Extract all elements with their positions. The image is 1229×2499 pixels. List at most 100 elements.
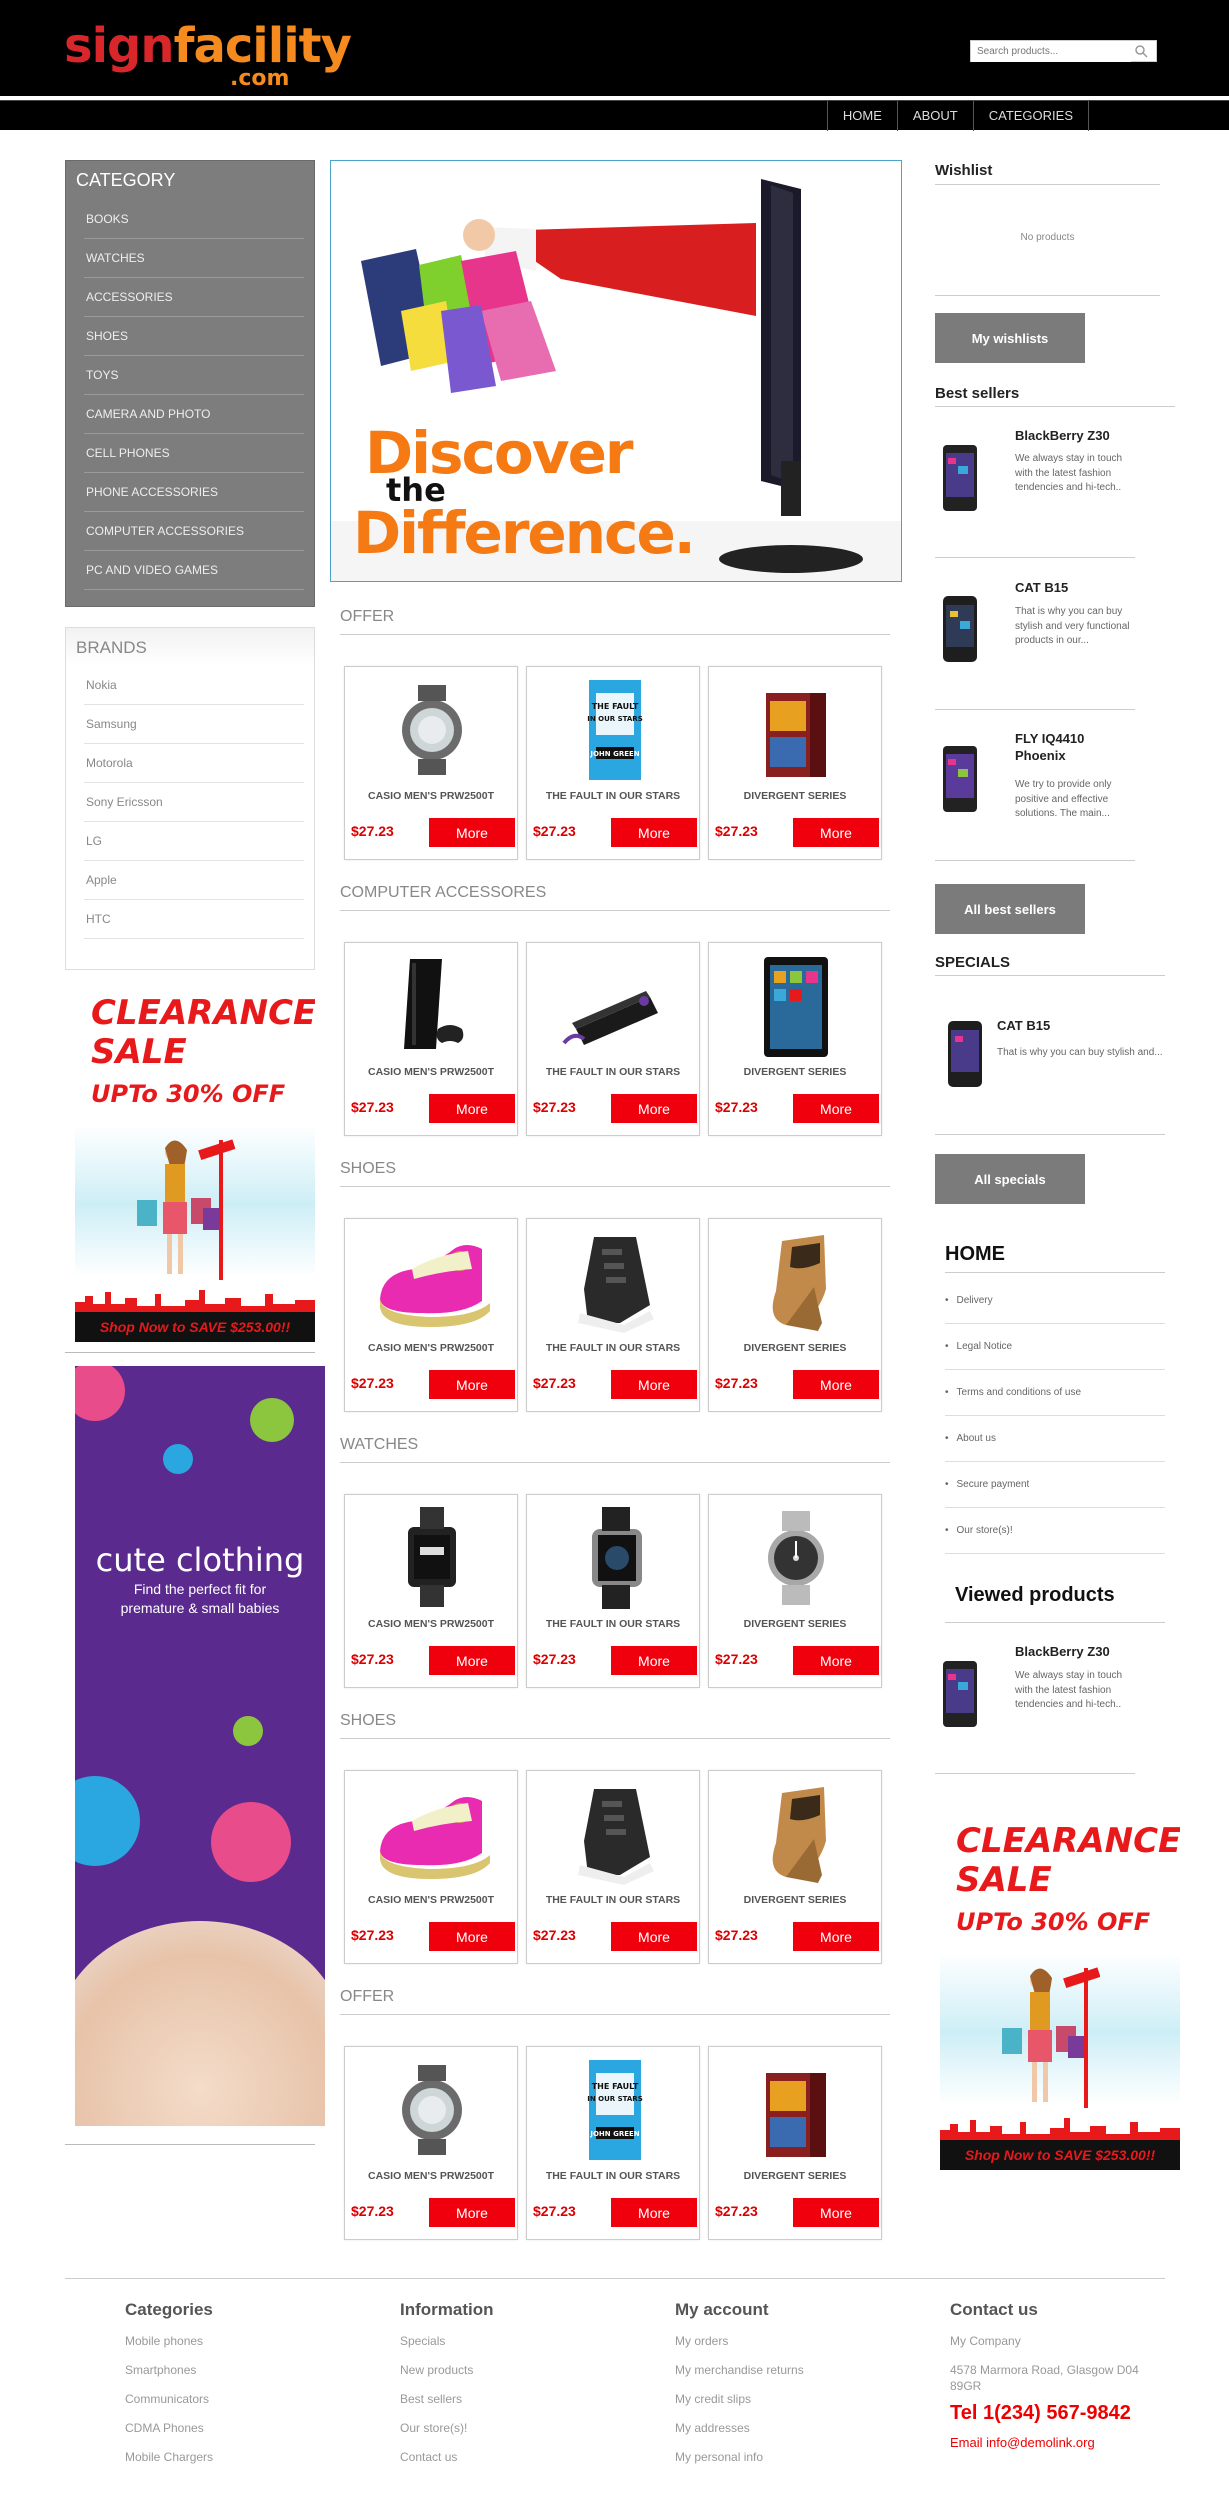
category-item-books[interactable]: BOOKS (84, 200, 304, 239)
gear-watch-product-image[interactable] (554, 1503, 674, 1613)
streamer-product-image[interactable] (554, 951, 674, 1061)
brand-item-samsung[interactable]: Samsung (84, 705, 304, 744)
category-item-accessories[interactable]: ACCESSORIES (84, 278, 304, 317)
more-button[interactable]: More (793, 1370, 879, 1399)
footer-link[interactable]: My addresses (675, 2421, 915, 2450)
product-card[interactable]: CASIO MEN'S PRW2500T $27.23 More (344, 666, 518, 860)
all-bestsellers-button[interactable]: All best sellers (935, 884, 1085, 934)
more-button[interactable]: More (611, 1094, 697, 1123)
product-name[interactable]: THE FAULT IN OUR STARS (527, 1066, 699, 1078)
more-button[interactable]: More (611, 1922, 697, 1951)
product-card[interactable]: THE FAULT IN OUR STARS $27.23 More (526, 1770, 700, 1964)
hero-banner[interactable]: Discover the Difference. (330, 160, 902, 582)
link-delivery[interactable]: Delivery (945, 1278, 1165, 1324)
footer-link[interactable]: Communicators (125, 2392, 365, 2421)
category-item-camera[interactable]: CAMERA AND PHOTO (84, 395, 304, 434)
product-name[interactable]: CASIO MEN'S PRW2500T (345, 1066, 517, 1078)
footer-link[interactable]: Specials (400, 2334, 640, 2363)
black-sneaker-product-image[interactable] (554, 1779, 674, 1889)
product-card[interactable]: DIVERGENT SERIES $27.23 More (708, 1770, 882, 1964)
more-button[interactable]: More (429, 1094, 515, 1123)
link-our-stores[interactable]: Our store(s)! (945, 1508, 1165, 1554)
brown-boot-product-image[interactable] (736, 1779, 856, 1889)
more-button[interactable]: More (793, 1646, 879, 1675)
bestseller-name[interactable]: BlackBerry Z30 (1015, 428, 1110, 445)
product-name[interactable]: DIVERGENT SERIES (709, 1618, 881, 1630)
cute-clothing-banner[interactable]: cute clothing Find the perfect fit for p… (75, 1366, 325, 2126)
product-name[interactable]: CASIO MEN'S PRW2500T (345, 1618, 517, 1630)
smartwatch-product-image[interactable] (372, 1503, 492, 1613)
my-wishlists-button[interactable]: My wishlists (935, 313, 1085, 363)
product-name[interactable]: DIVERGENT SERIES (709, 1066, 881, 1078)
category-item-watches[interactable]: WATCHES (84, 239, 304, 278)
product-name[interactable]: DIVERGENT SERIES (709, 2170, 881, 2182)
product-card[interactable]: THE FAULT IN OUR STARS JOHN GREEN THE FAULT… (526, 2046, 700, 2240)
more-button[interactable]: More (793, 1094, 879, 1123)
more-button[interactable]: More (611, 2198, 697, 2227)
product-card[interactable]: DIVERGENT SERIES $27.23 More (708, 2046, 882, 2240)
product-name[interactable]: DIVERGENT SERIES (709, 1342, 881, 1354)
category-item-computer-accessories[interactable]: COMPUTER ACCESSORIES (84, 512, 304, 551)
product-card[interactable]: THE FAULT IN OUR STARS $27.23 More (526, 1494, 700, 1688)
more-button[interactable]: More (611, 1370, 697, 1399)
product-card[interactable]: CASIO MEN'S PRW2500T $27.23 More (344, 1494, 518, 1688)
brown-boot-product-image[interactable] (736, 1227, 856, 1337)
brand-item-htc[interactable]: HTC (84, 900, 304, 939)
clearance-banner-right[interactable]: CLEARANCE SALE UPTo 30% OFF Shop Now to S… (940, 1808, 1180, 2170)
black-sneaker-product-image[interactable] (554, 1227, 674, 1337)
category-item-toys[interactable]: TOYS (84, 356, 304, 395)
product-card[interactable]: THE FAULT IN OUR STARS $27.23 More (526, 942, 700, 1136)
footer-link[interactable]: My personal info (675, 2450, 915, 2479)
watch-product-image[interactable] (372, 675, 492, 785)
category-item-cell-phones[interactable]: CELL PHONES (84, 434, 304, 473)
link-secure-payment[interactable]: Secure payment (945, 1462, 1165, 1508)
viewed-name[interactable]: BlackBerry Z30 (1015, 1644, 1110, 1661)
bestseller-name[interactable]: FLY IQ4410 Phoenix (1015, 731, 1135, 765)
search-input[interactable] (971, 41, 1131, 62)
bestseller-name[interactable]: CAT B15 (1015, 580, 1068, 597)
brand-item-motorola[interactable]: Motorola (84, 744, 304, 783)
more-button[interactable]: More (429, 1646, 515, 1675)
product-card[interactable]: CASIO MEN'S PRW2500T $27.23 More (344, 1770, 518, 1964)
product-card[interactable]: CASIO MEN'S PRW2500T $27.23 More (344, 942, 518, 1136)
product-name[interactable]: THE FAULT IN OUR STARS (527, 790, 699, 802)
product-name[interactable]: THE FAULT IN OUR STARS (527, 2170, 699, 2182)
book-product-image[interactable]: THE FAULT IN OUR STARS JOHN GREEN (554, 2055, 674, 2165)
footer-link[interactable]: Mobile phones (125, 2334, 365, 2363)
nav-home[interactable]: HOME (826, 101, 897, 131)
product-card[interactable]: THE FAULT IN OUR STARS JOHN GREEN THE FAULT… (526, 666, 700, 860)
pink-shoe-product-image[interactable] (372, 1227, 492, 1337)
footer-link[interactable]: Mobile Chargers (125, 2450, 365, 2479)
footer-email[interactable]: Email info@demolink.org (950, 2435, 1150, 2450)
footer-link[interactable]: Our store(s)! (400, 2421, 640, 2450)
footer-link[interactable]: Contact us (400, 2450, 640, 2479)
more-button[interactable]: More (793, 2198, 879, 2227)
console-product-image[interactable] (372, 951, 492, 1061)
footer-link[interactable]: Best sellers (400, 2392, 640, 2421)
watch-product-image[interactable] (372, 2055, 492, 2165)
search-icon[interactable] (1134, 44, 1148, 58)
clearance-banner-left[interactable]: CLEARANCE SALE UPTo 30% OFF Shop Now to S… (75, 980, 315, 1342)
product-name[interactable]: THE FAULT IN OUR STARS (527, 1342, 699, 1354)
special-name[interactable]: CAT B15 (997, 1018, 1050, 1035)
more-button[interactable]: More (793, 1922, 879, 1951)
link-about-us[interactable]: About us (945, 1416, 1165, 1462)
nav-categories[interactable]: CATEGORIES (972, 101, 1089, 131)
product-name[interactable]: DIVERGENT SERIES (709, 790, 881, 802)
product-card[interactable]: DIVERGENT SERIES $27.23 More (708, 1218, 882, 1412)
footer-link[interactable]: My merchandise returns (675, 2363, 915, 2392)
product-name[interactable]: DIVERGENT SERIES (709, 1894, 881, 1906)
brand-item-apple[interactable]: Apple (84, 861, 304, 900)
footer-link[interactable]: CDMA Phones (125, 2421, 365, 2450)
product-card[interactable]: CASIO MEN'S PRW2500T $27.23 More (344, 1218, 518, 1412)
more-button[interactable]: More (429, 818, 515, 847)
more-button[interactable]: More (429, 1370, 515, 1399)
product-name[interactable]: CASIO MEN'S PRW2500T (345, 1894, 517, 1906)
product-name[interactable]: CASIO MEN'S PRW2500T (345, 2170, 517, 2182)
product-card[interactable]: DIVERGENT SERIES $27.23 More (708, 1494, 882, 1688)
steel-watch-product-image[interactable] (736, 1503, 856, 1613)
more-button[interactable]: More (611, 818, 697, 847)
site-logo[interactable]: signfacility (64, 22, 352, 70)
brand-item-lg[interactable]: LG (84, 822, 304, 861)
link-terms[interactable]: Terms and conditions of use (945, 1370, 1165, 1416)
